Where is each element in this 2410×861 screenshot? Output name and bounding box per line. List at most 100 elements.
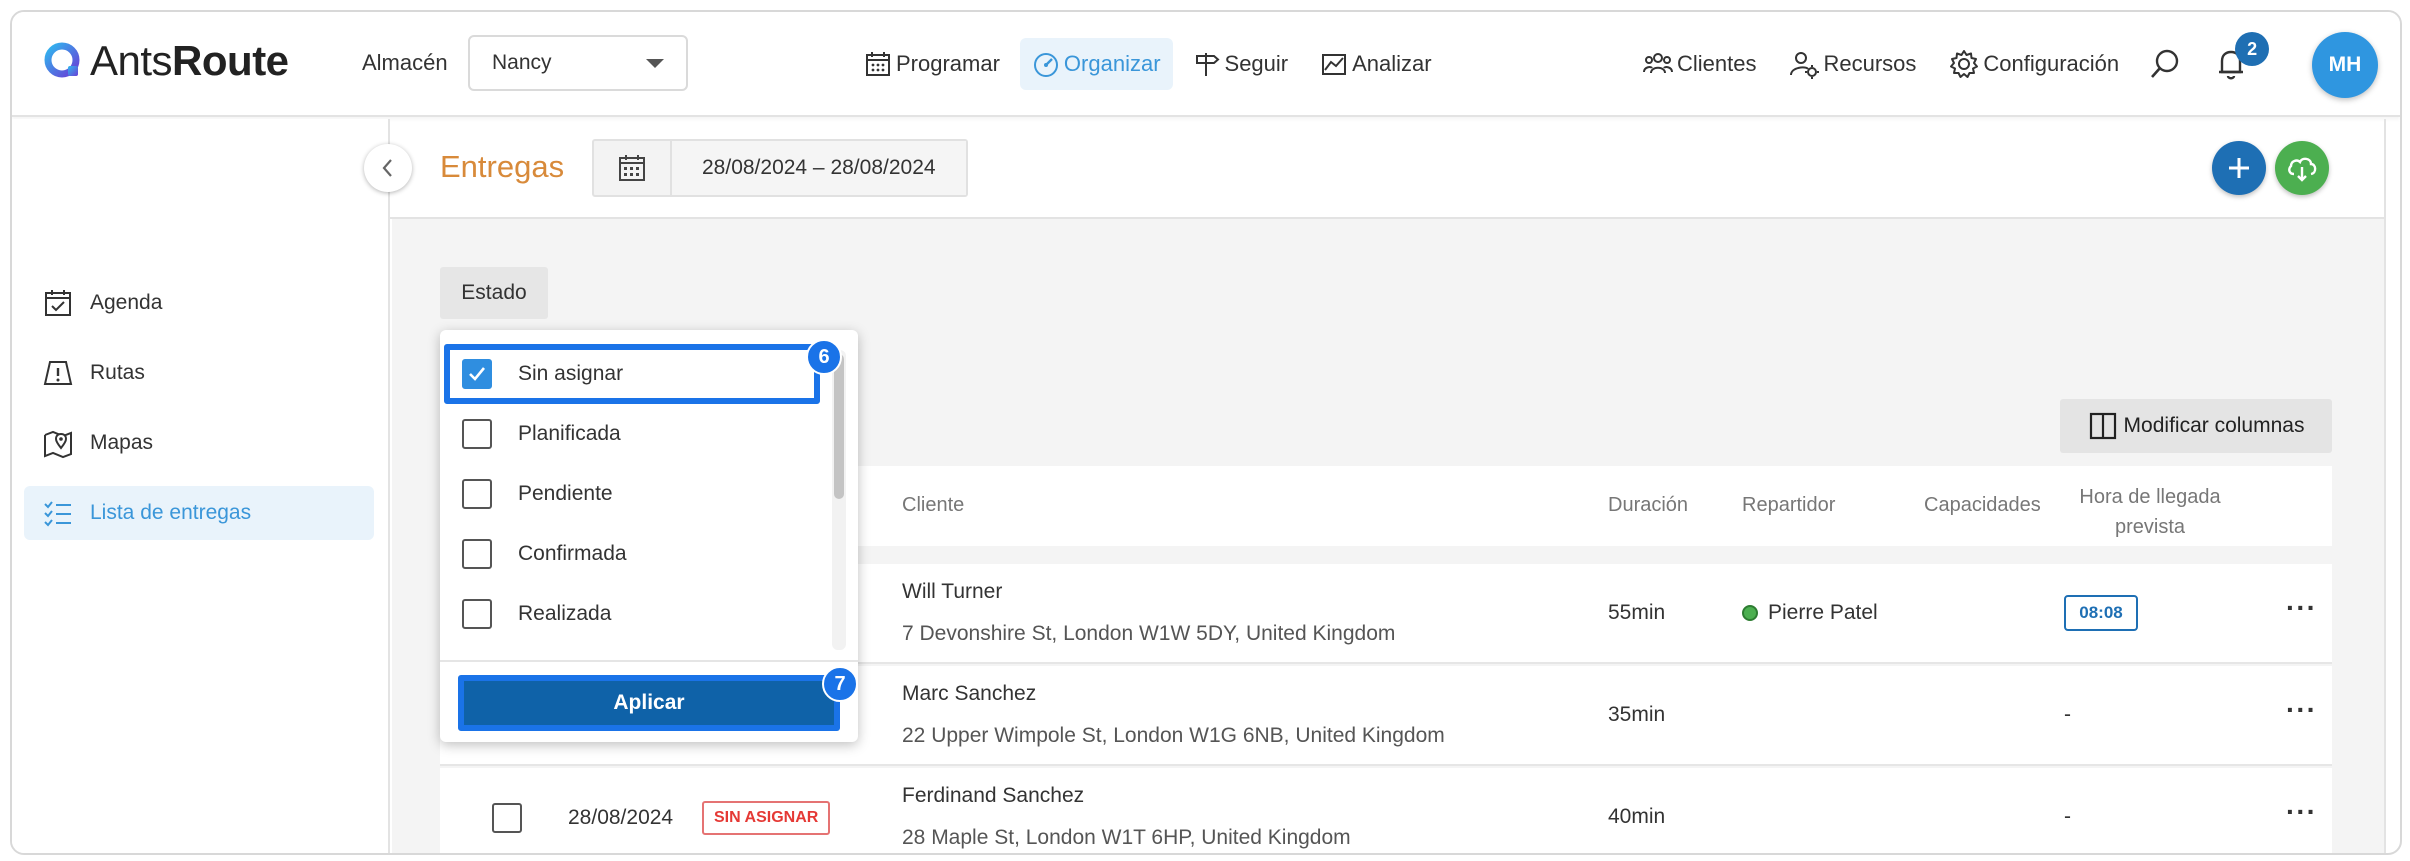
users-icon xyxy=(1643,53,1673,74)
warehouse-select[interactable]: Nancy xyxy=(468,35,688,91)
option-checkbox[interactable] xyxy=(462,599,492,629)
status-option-pendiente[interactable]: Pendiente xyxy=(440,464,820,524)
chevron-down-icon xyxy=(646,58,664,68)
option-label: Confirmada xyxy=(518,542,627,565)
columns-icon xyxy=(2089,412,2116,440)
column-header-cliente[interactable]: Cliente xyxy=(902,494,964,517)
option-label: Sin asignar xyxy=(518,362,624,385)
nav-clientes[interactable]: Clientes xyxy=(1632,38,1766,90)
option-checkbox[interactable] xyxy=(462,359,492,389)
nav-label: Seguir xyxy=(1224,51,1289,76)
cloud-upload-icon xyxy=(2288,157,2317,182)
table-row[interactable]: 28/08/2024 SIN ASIGNAR Ferdinand Sanchez… xyxy=(440,768,2332,853)
option-checkbox[interactable] xyxy=(462,419,492,449)
ants-logo-icon xyxy=(44,42,80,78)
row-menu-button[interactable]: ··· xyxy=(2286,796,2317,828)
eta-badge: 08:08 xyxy=(2064,595,2138,631)
collapse-sidebar-button[interactable] xyxy=(364,144,412,192)
status-filter-dropdown: Sin asignar Planificada Pendiente Confir… xyxy=(440,330,858,742)
duration: 55min xyxy=(1608,601,1666,624)
driver-name: Pierre Patel xyxy=(1768,601,1878,624)
driver: Pierre Patel xyxy=(1742,601,1878,625)
avatar[interactable]: MH xyxy=(2312,32,2378,98)
column-header-capacidades[interactable]: Capacidades xyxy=(1924,494,2041,517)
status-option-realizada[interactable]: Realizada xyxy=(440,584,820,644)
upload-button[interactable] xyxy=(2275,141,2329,195)
nav-organizar[interactable]: Organizar xyxy=(1019,38,1173,90)
speedometer-icon xyxy=(1033,53,1058,77)
sidebar-item-lista-de-entregas[interactable]: Lista de entregas xyxy=(24,486,374,540)
sidebar-item-label: Lista de entregas xyxy=(90,501,252,524)
sidebar-item-label: Rutas xyxy=(90,361,145,384)
delivery-date: 28/08/2024 xyxy=(568,806,674,829)
signpost-icon xyxy=(1195,53,1220,76)
top-bar: AntsRoute Almacén Nancy Programar Organi… xyxy=(12,12,2400,117)
sidebar-item-mapas[interactable]: Mapas xyxy=(24,416,374,470)
step-6-badge: 6 xyxy=(806,339,842,375)
client-name: Marc Sanchez xyxy=(902,682,1037,705)
user-gear-icon xyxy=(1790,52,1820,79)
nav-label: Recursos xyxy=(1823,51,1917,76)
calendar-icon xyxy=(619,155,645,181)
option-checkbox[interactable] xyxy=(462,539,492,569)
column-header-repartidor[interactable]: Repartidor xyxy=(1742,494,1835,517)
secondary-nav: Clientes Recursos Configuración 2 xyxy=(1632,32,2273,90)
client-name: Will Turner xyxy=(902,580,1003,603)
column-header-hora-line1: Hora de llegada xyxy=(2079,486,2221,508)
status-badge: SIN ASIGNAR xyxy=(702,801,831,835)
add-delivery-button[interactable] xyxy=(2212,141,2266,195)
client-address: 28 Maple St, London W1T 6HP, United King… xyxy=(902,826,1351,849)
row-checkbox[interactable] xyxy=(492,803,522,833)
dropdown-divider xyxy=(440,660,858,662)
calendar-icon xyxy=(866,52,890,76)
option-checkbox[interactable] xyxy=(462,479,492,509)
client-address: 7 Devonshire St, London W1W 5DY, United … xyxy=(902,622,1396,645)
option-label: Planificada xyxy=(518,422,621,445)
app-window: AntsRoute Almacén Nancy Programar Organi… xyxy=(10,10,2402,855)
apply-button[interactable]: Aplicar xyxy=(458,675,840,731)
nav-recursos[interactable]: Recursos xyxy=(1778,38,1926,90)
sidebar-item-label: Agenda xyxy=(90,291,163,314)
sidebar-item-label: Mapas xyxy=(90,431,154,454)
sidebar-item-agenda[interactable]: Agenda xyxy=(24,276,374,330)
date-range-picker[interactable]: 28/08/2024 – 28/08/2024 xyxy=(592,139,968,197)
duration: 35min xyxy=(1608,703,1666,726)
sidebar-item-rutas[interactable]: Rutas xyxy=(24,346,374,400)
content-right-border xyxy=(2384,119,2386,853)
option-label: Realizada xyxy=(518,602,612,625)
notification-count-badge: 2 xyxy=(2235,32,2270,66)
warehouse-label: Almacén xyxy=(362,50,448,75)
search-button[interactable] xyxy=(2141,38,2189,90)
logo[interactable]: AntsRoute xyxy=(42,36,289,86)
client-name: Ferdinand Sanchez xyxy=(902,784,1085,807)
dropdown-scroll-thumb[interactable] xyxy=(834,354,844,499)
column-header-duracion[interactable]: Duración xyxy=(1608,494,1688,517)
column-header-hora-llegada[interactable]: Hora de llegada prevista xyxy=(2064,482,2236,542)
warehouse-value: Nancy xyxy=(492,51,552,74)
row-menu-button[interactable]: ··· xyxy=(2286,592,2317,624)
nav-label: Analizar xyxy=(1352,51,1432,76)
eta: - xyxy=(2064,703,2071,726)
row-menu-button[interactable]: ··· xyxy=(2286,694,2317,726)
option-label: Pendiente xyxy=(518,482,613,505)
nav-label: Programar xyxy=(896,51,1000,76)
status-option-sin-asignar[interactable]: Sin asignar xyxy=(444,344,820,404)
nav-programar[interactable]: Programar xyxy=(852,38,1012,90)
brand-name: AntsRoute xyxy=(90,37,289,84)
modify-columns-label: Modificar columnas xyxy=(2123,414,2305,437)
status-option-confirmada[interactable]: Confirmada xyxy=(440,524,820,584)
date-calendar-button[interactable] xyxy=(594,141,672,195)
chart-icon xyxy=(1322,54,1347,75)
notifications-button[interactable]: 2 xyxy=(2207,32,2270,90)
map-pin-icon xyxy=(44,430,72,459)
nav-seguir[interactable]: Seguir xyxy=(1181,38,1301,90)
route-warning-icon xyxy=(43,361,73,385)
status-filter-button[interactable]: Estado xyxy=(440,267,548,319)
page-title: Entregas xyxy=(440,149,565,184)
modify-columns-button[interactable]: Modificar columnas xyxy=(2060,399,2332,453)
nav-label: Clientes xyxy=(1677,51,1757,76)
status-option-planificada[interactable]: Planificada xyxy=(440,404,820,464)
nav-configuracion[interactable]: Configuración xyxy=(1938,38,2129,90)
nav-analizar[interactable]: Analizar xyxy=(1308,38,1443,90)
eta: - xyxy=(2064,805,2071,828)
